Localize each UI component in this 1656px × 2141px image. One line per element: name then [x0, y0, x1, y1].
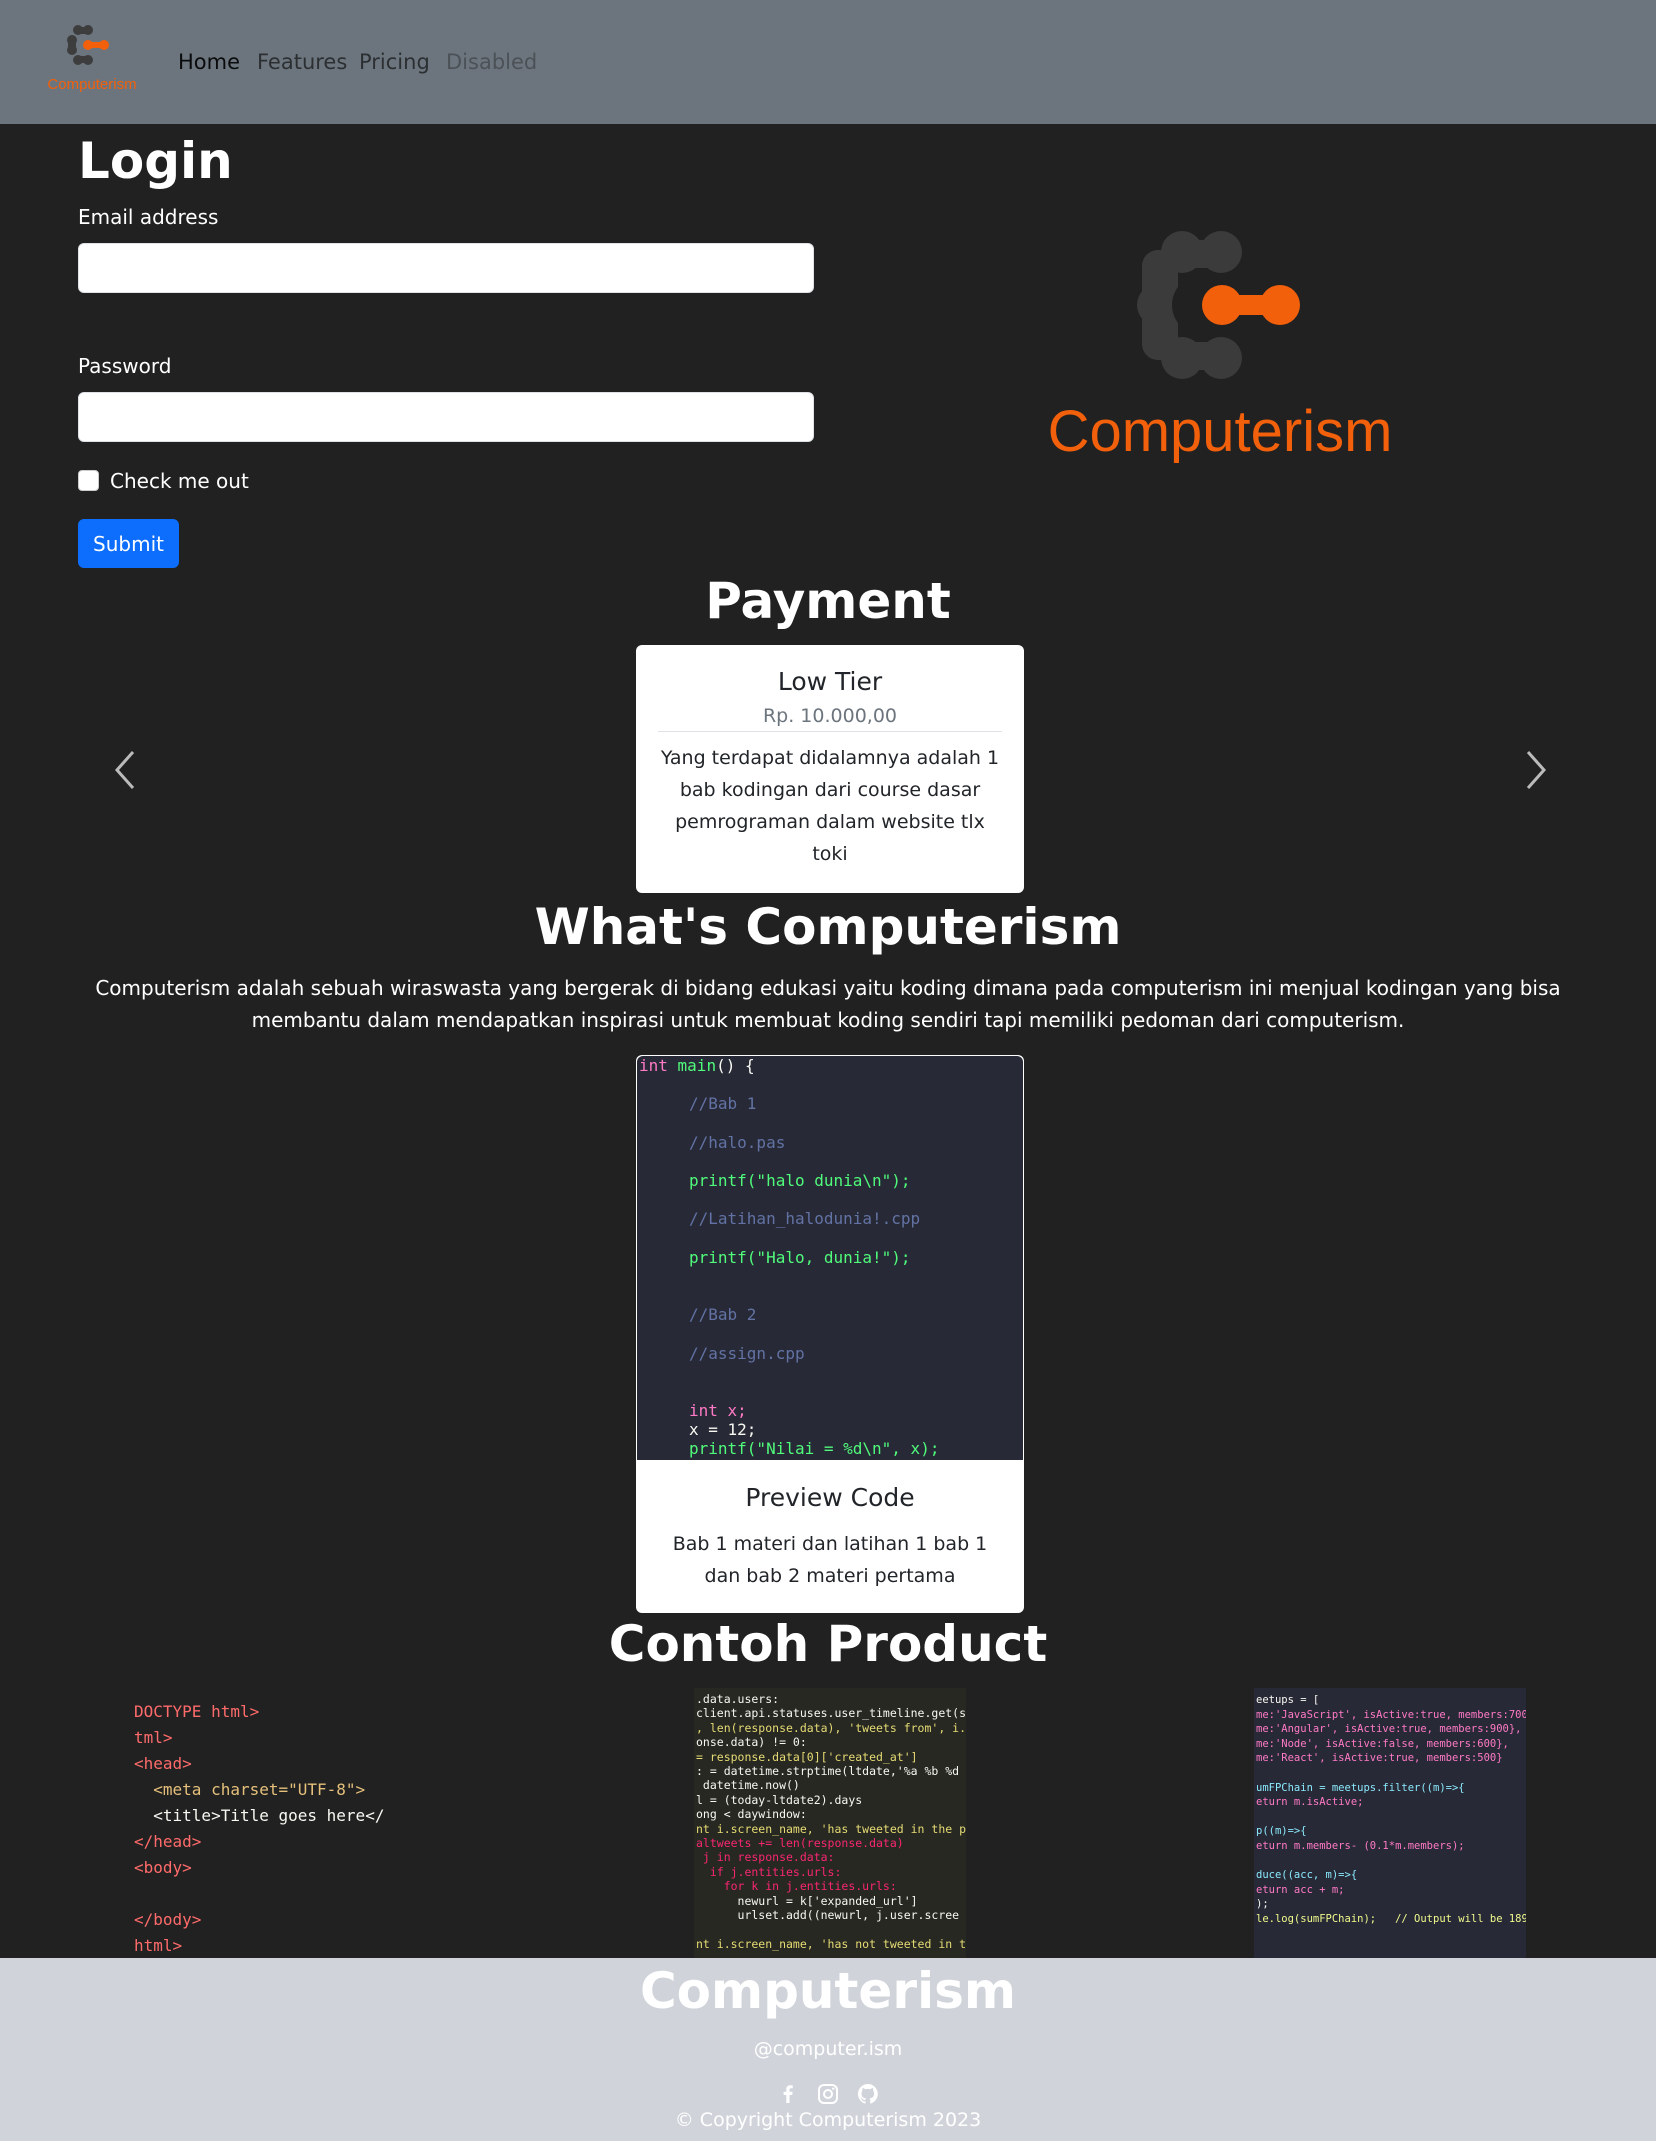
- code-line: //Latihan_halodunia!.cpp: [689, 1209, 921, 1228]
- code-line: me:'React', isActive:true, members:500}: [1256, 1752, 1503, 1765]
- chevron-left-icon: [114, 751, 135, 789]
- code-line: html>: [134, 1936, 183, 1955]
- pricing-card-price: Rp. 10.000,00: [762, 705, 898, 727]
- code-preview-image: int main() { //Bab 1 //halo.pas printf("…: [637, 1056, 1023, 1460]
- code-line: eturn m.isActive;: [1256, 1796, 1364, 1809]
- code-line: onse.data) != 0:: [696, 1735, 807, 1750]
- code-line: printf("Halo, dunia!");: [689, 1248, 911, 1267]
- code-line: if j.entities.urls:: [696, 1864, 842, 1879]
- preview-code-title: Preview Code: [745, 1483, 915, 1512]
- footer-handle: @computer.ism: [753, 2038, 903, 2060]
- preview-code-description: Bab 1 materi dan latihan 1 bab 1 dan bab…: [672, 1533, 988, 1587]
- navbar: Computerism Home Features Pricing Disabl…: [0, 0, 1656, 124]
- code-line: //Bab 2: [689, 1305, 757, 1324]
- pricing-card-description: Yang terdapat didalamnya adalah 1 bab ko…: [660, 747, 1000, 865]
- code-line: nt i.screen_name, 'has not tweeted in th…: [696, 1936, 966, 1951]
- code-line: .data.users:: [696, 1692, 780, 1706]
- code-line: tml>: [134, 1728, 173, 1747]
- nav-link-home[interactable]: Home: [178, 50, 240, 74]
- login-title: Login: [78, 132, 233, 190]
- preview-code-card: int main() { //Bab 1 //halo.pas printf("…: [636, 1055, 1024, 1613]
- nav-link-disabled: Disabled: [446, 50, 538, 74]
- code-line: umFPChain = meetups.filter((m)=>{: [1256, 1781, 1465, 1794]
- code-line: //assign.cpp: [689, 1344, 805, 1363]
- code-line: me:'Angular', isActive:true, members:900…: [1256, 1723, 1522, 1736]
- brand-text: Computerism: [47, 76, 137, 93]
- code-line: altweets += len(response.data): [696, 1836, 904, 1850]
- nav-link-features[interactable]: Features: [257, 50, 347, 74]
- carousel-prev-button[interactable]: [111, 750, 141, 790]
- code-line: printf("Nilai = %d\n", x);: [689, 1439, 940, 1458]
- code-line: DOCTYPE html>: [134, 1702, 260, 1721]
- brand-logo[interactable]: Computerism: [36, 24, 148, 100]
- submit-button[interactable]: Submit: [78, 519, 179, 568]
- code-line: j in response.data:: [696, 1850, 835, 1865]
- code-line: nt i.screen_name, 'has tweeted in the pa…: [696, 1821, 966, 1836]
- products-heading: Contoh Product: [608, 1615, 1048, 1673]
- social-icons: [776, 2082, 880, 2106]
- password-label: Password: [78, 354, 172, 378]
- code-line: datetime.now(): [696, 1778, 800, 1793]
- code-line: int x;: [689, 1401, 747, 1420]
- code-line: eturn acc + m;: [1256, 1883, 1345, 1896]
- product-sample-python: .data.users: client.api.statuses.user_tim…: [694, 1688, 966, 1958]
- code-line: <title>Title goes here</: [134, 1806, 385, 1825]
- nav-link-pricing[interactable]: Pricing: [359, 50, 430, 74]
- email-label: Email address: [78, 205, 219, 229]
- code-line: </body>: [134, 1910, 202, 1929]
- code-line: printf("halo dunia\n");: [689, 1171, 911, 1190]
- code-line: eetups = [: [1256, 1694, 1320, 1706]
- pricing-card-title: Low Tier: [777, 667, 883, 696]
- code-line: urlset.add((newurl, j.user.scree: [696, 1908, 960, 1922]
- code-line: <body>: [134, 1858, 192, 1877]
- code-line: ong < daywindow:: [696, 1807, 807, 1822]
- github-icon[interactable]: [856, 2082, 880, 2106]
- code-line: x = 12;: [689, 1420, 757, 1439]
- code-line: <meta charset="UTF-8">: [134, 1780, 366, 1799]
- about-text: Computerism adalah sebuah wiraswasta yan…: [95, 976, 1561, 1032]
- email-input[interactable]: [78, 243, 814, 293]
- about-heading: What's Computerism: [534, 898, 1122, 956]
- carousel-next-button[interactable]: [1520, 750, 1550, 790]
- check-me-out-label: Check me out: [110, 469, 249, 493]
- code-line: me:'Node', isActive:false, members:600},: [1256, 1737, 1509, 1750]
- brand-logo-icon: [67, 25, 109, 65]
- code-line: : = datetime.strptime(ltdate,'%a %b %d %…: [696, 1764, 966, 1778]
- footer-title: Computerism: [639, 1962, 1016, 2020]
- copyright-text: © Copyright Computerism 2023: [674, 2109, 982, 2131]
- chevron-right-icon: [1526, 751, 1547, 789]
- code-line: int main() {: [639, 1056, 755, 1075]
- code-line: = response.data[0]['created_at']: [696, 1749, 918, 1764]
- code-line: eturn m.members- (0.1*m.members);: [1256, 1840, 1465, 1852]
- pricing-card-divider: [658, 731, 1002, 732]
- code-line: client.api.statuses.user_timeline.get(sc…: [696, 1706, 966, 1721]
- instagram-icon[interactable]: [816, 2082, 840, 2106]
- footer: Computerism @computer.ism © Copyright Co…: [0, 1958, 1656, 2141]
- code-line: l = (today-ltdate2).days: [696, 1792, 863, 1807]
- code-line: <head>: [134, 1754, 192, 1773]
- code-line: //halo.pas: [689, 1133, 786, 1152]
- code-line: </head>: [134, 1832, 202, 1851]
- computerism-logo-icon: [1137, 231, 1300, 379]
- code-line: );: [1256, 1898, 1269, 1911]
- code-line: duce((acc, m)=>{: [1256, 1869, 1358, 1882]
- password-input[interactable]: [78, 392, 814, 442]
- product-sample-html: DOCTYPE html> tml> <head> <meta charset="U…: [132, 1688, 404, 1958]
- code-line: me:'JavaScript', isActive:true, members:…: [1256, 1708, 1526, 1721]
- code-line: p((m)=>{: [1256, 1825, 1307, 1838]
- facebook-icon[interactable]: [776, 2082, 800, 2106]
- payment-heading: Payment: [705, 572, 951, 630]
- code-line: //Bab 1: [689, 1094, 757, 1113]
- computerism-logo-text: Computerism: [1047, 399, 1393, 464]
- check-me-out-checkbox[interactable]: [78, 470, 99, 491]
- code-line: for k in j.entities.urls:: [696, 1879, 897, 1894]
- pricing-card: Low Tier Rp. 10.000,00 Yang terdapat did…: [636, 645, 1024, 893]
- code-line: newurl = k['expanded_url']: [696, 1893, 918, 1908]
- code-line: , len(response.data), 'tweets from', i.s…: [696, 1720, 966, 1735]
- computerism-logo: Computerism: [1030, 230, 1410, 470]
- product-sample-javascript: eetups = [ me:'JavaScript', isActive:true…: [1254, 1688, 1526, 1958]
- code-line: le.log(sumFPChain); // Output will be 18…: [1256, 1913, 1526, 1925]
